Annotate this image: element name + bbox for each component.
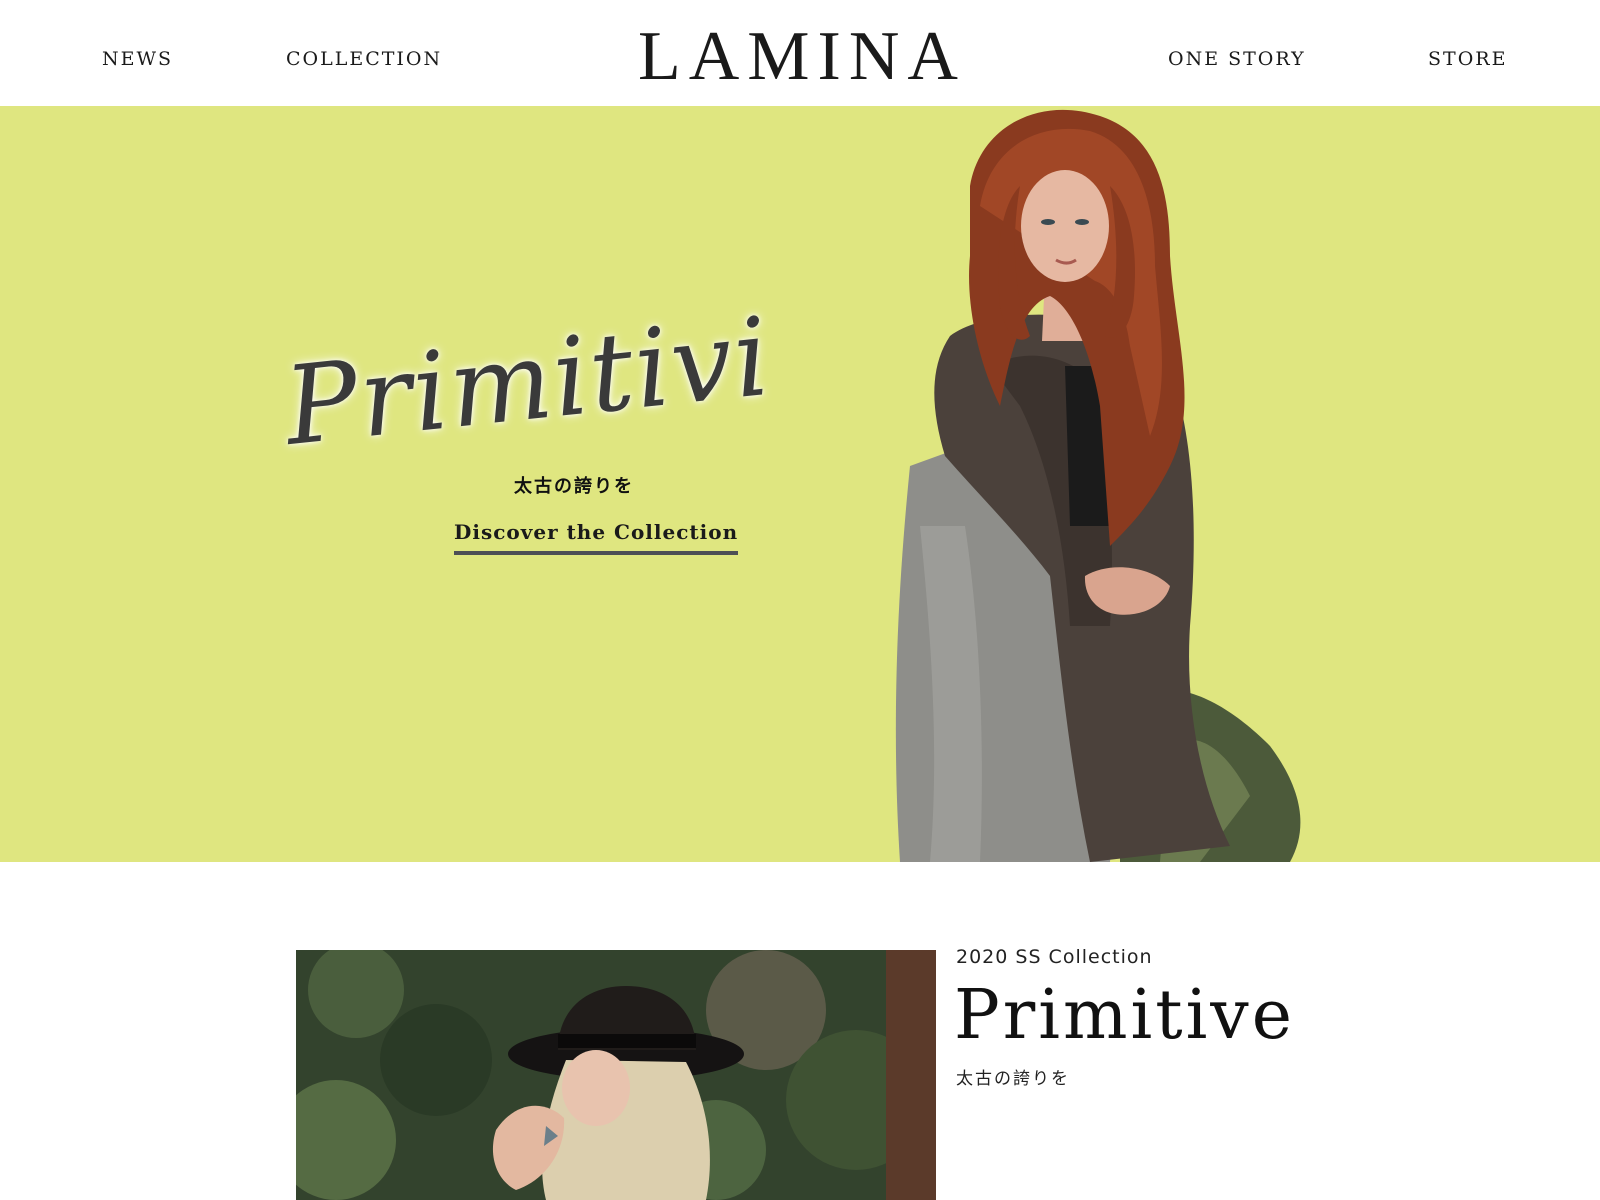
hero-banner: Primitivi 太古の誇りを Discover the Collection: [0, 106, 1600, 862]
collection-title[interactable]: Primitive: [954, 976, 1295, 1056]
nav-one-story-link[interactable]: ONE STORY: [1168, 48, 1306, 70]
nav-collection-link[interactable]: COLLECTION: [286, 48, 442, 70]
hero-tagline: 太古の誇りを: [514, 476, 634, 497]
site-header: NEWS COLLECTION LAMINA ONE STORY STORE: [0, 0, 1600, 106]
hero-script-title: Primitivi: [279, 294, 777, 470]
hero-model-image: [895, 109, 1301, 862]
site-logo[interactable]: LAMINA: [638, 22, 958, 92]
collection-season-label: 2020 SS Collection: [956, 946, 1153, 968]
nav-store-link[interactable]: STORE: [1428, 48, 1507, 70]
collection-photo[interactable]: [296, 950, 936, 1200]
collection-model-image: [296, 950, 936, 1200]
nav-news-link[interactable]: NEWS: [102, 48, 173, 70]
discover-collection-link[interactable]: Discover the Collection: [454, 520, 739, 555]
collection-subtitle: 太古の誇りを: [956, 1069, 1070, 1089]
